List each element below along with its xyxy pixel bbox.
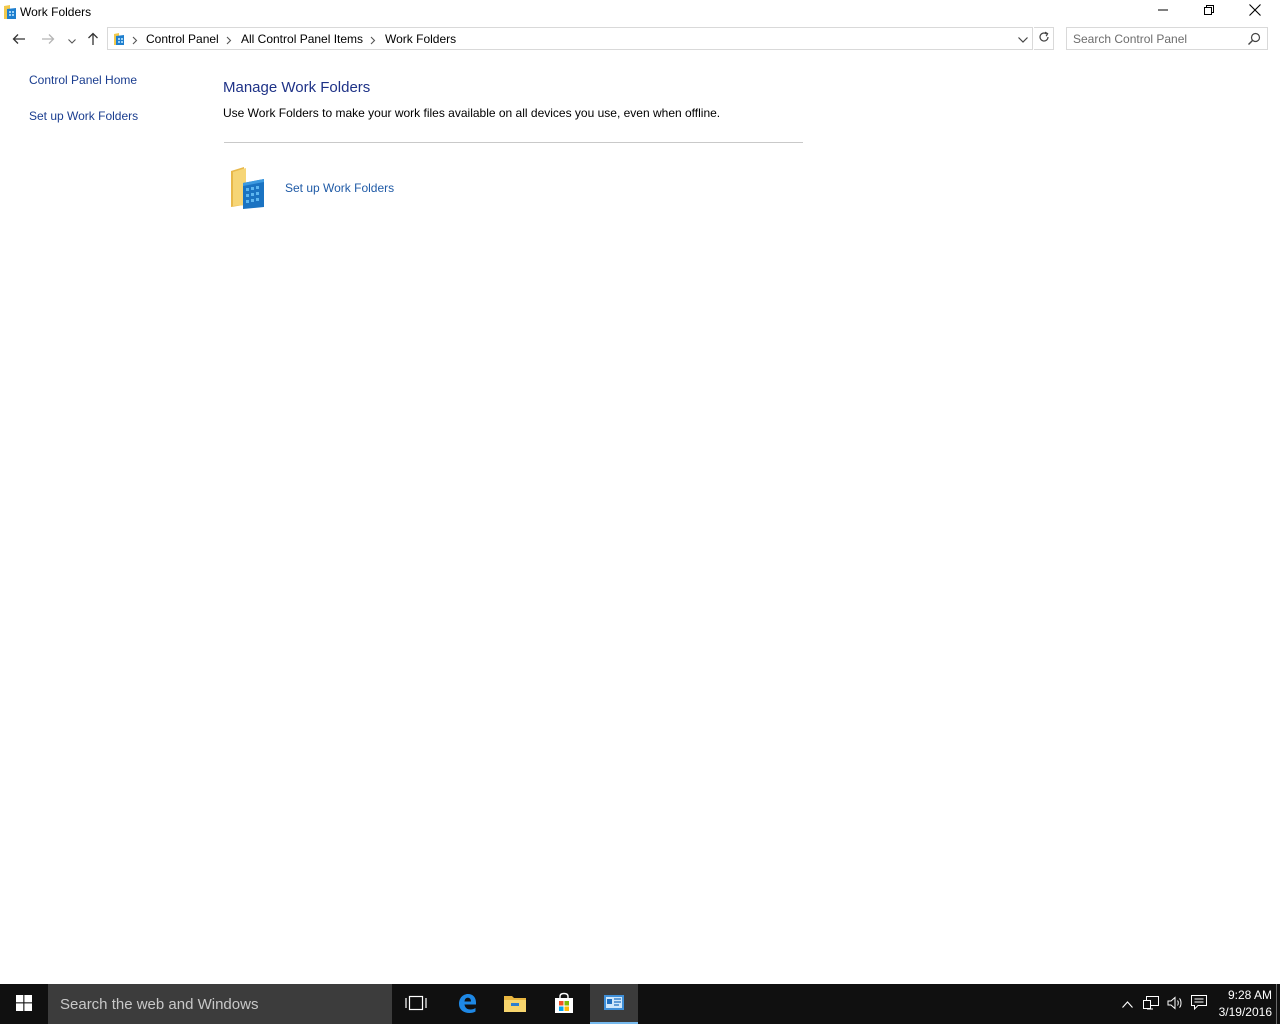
chevron-up-icon [1121, 997, 1133, 1011]
minimize-icon [1158, 4, 1168, 18]
navigation-bar: Control Panel All Control Panel Items Wo… [0, 27, 1280, 53]
recent-locations-button[interactable] [62, 29, 82, 51]
show-desktop-button[interactable] [1276, 984, 1280, 1024]
breadcrumb-control-panel[interactable]: Control Panel [146, 32, 219, 46]
breadcrumb-separator-icon [370, 34, 376, 45]
edge-browser-button[interactable] [443, 984, 491, 1024]
search-input[interactable] [1073, 31, 1243, 46]
taskbar: Search the web and Windows 9:28 AM 3/19/… [0, 984, 1280, 1024]
search-icon[interactable] [1247, 32, 1261, 46]
network-tray-button[interactable] [1140, 984, 1162, 1024]
show-hidden-icons-button[interactable] [1117, 984, 1137, 1024]
file-explorer-button[interactable] [491, 984, 539, 1024]
taskbar-search-placeholder: Search the web and Windows [60, 996, 259, 1013]
divider [224, 142, 803, 143]
task-view-button[interactable] [392, 984, 440, 1024]
forward-button[interactable] [38, 29, 58, 51]
clock-time: 9:28 AM [1227, 988, 1272, 1002]
taskbar-search-box[interactable]: Search the web and Windows [48, 984, 392, 1024]
back-arrow-icon [12, 33, 26, 48]
taskbar-clock[interactable]: 9:28 AM 3/19/2016 [1208, 987, 1272, 1021]
chevron-down-icon [68, 33, 76, 47]
up-button[interactable] [83, 29, 103, 51]
restore-icon [1204, 4, 1214, 18]
restore-button[interactable] [1186, 0, 1232, 22]
close-icon [1249, 3, 1261, 19]
network-icon [1143, 995, 1159, 1013]
control-panel-app-icon [603, 994, 625, 1015]
notification-icon [1191, 995, 1207, 1013]
set-up-work-folders-link[interactable]: Set up Work Folders [285, 181, 394, 195]
control-panel-icon [113, 32, 125, 46]
page-title: Manage Work Folders [223, 79, 371, 96]
address-dropdown-button[interactable] [1013, 28, 1033, 49]
work-folders-icon[interactable] [228, 165, 266, 211]
start-button[interactable] [0, 984, 48, 1024]
breadcrumb-all-control-panel-items[interactable]: All Control Panel Items [241, 32, 363, 46]
minimize-button[interactable] [1140, 0, 1186, 22]
window-title: Work Folders [20, 5, 92, 19]
file-explorer-icon [503, 993, 527, 1016]
close-button[interactable] [1232, 0, 1278, 22]
store-bag-icon [553, 992, 575, 1017]
volume-tray-button[interactable] [1164, 984, 1186, 1024]
up-arrow-icon [87, 32, 99, 49]
chevron-down-icon [1018, 32, 1028, 46]
windows-logo-icon [16, 994, 32, 1014]
breadcrumb-work-folders[interactable]: Work Folders [385, 32, 456, 46]
title-bar: Work Folders [0, 0, 1280, 24]
breadcrumb-separator-icon [132, 34, 138, 45]
clock-date: 3/19/2016 [1218, 1005, 1272, 1019]
search-box[interactable] [1066, 27, 1268, 50]
refresh-button[interactable] [1034, 27, 1054, 50]
task-view-icon [405, 995, 427, 1014]
control-panel-taskbar-button[interactable] [590, 984, 638, 1024]
page-description: Use Work Folders to make your work files… [223, 106, 721, 120]
set-up-work-folders-side-link[interactable]: Set up Work Folders [29, 109, 138, 123]
speaker-icon [1167, 995, 1183, 1013]
store-button[interactable] [540, 984, 588, 1024]
breadcrumb-separator-icon [226, 34, 232, 45]
refresh-icon [1038, 31, 1050, 46]
back-button[interactable] [9, 29, 29, 51]
action-center-button[interactable] [1188, 984, 1210, 1024]
control-panel-home-link[interactable]: Control Panel Home [29, 73, 137, 87]
address-bar[interactable]: Control Panel All Control Panel Items Wo… [107, 27, 1033, 50]
edge-icon [456, 992, 478, 1017]
work-folders-app-icon [3, 4, 17, 20]
forward-arrow-icon [41, 33, 55, 48]
